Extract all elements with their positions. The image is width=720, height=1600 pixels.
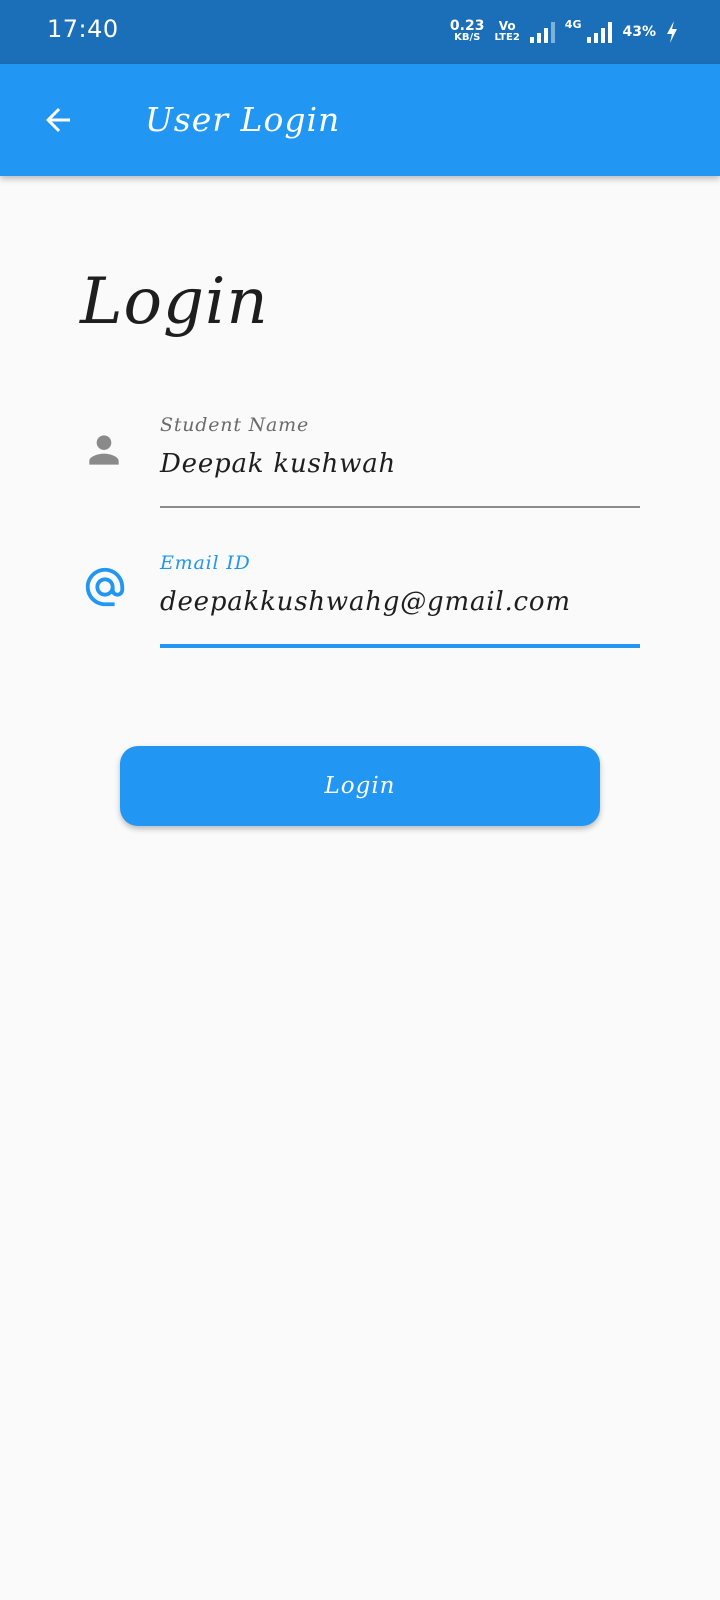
student-name-label: Student Name (160, 414, 310, 436)
network-speed-unit: KB/S (454, 32, 481, 43)
student-name-underline (160, 506, 640, 508)
network-type: 4G (564, 18, 582, 31)
status-indicators: 0.23 KB/S Vo LTE2 4G 43% (450, 18, 678, 46)
volte-bottom: LTE2 (494, 32, 520, 43)
network-speed-value: 0.23 (449, 18, 485, 34)
status-bar: 17:40 0.23 KB/S Vo LTE2 4G 43% (0, 0, 720, 64)
status-time: 17:40 (47, 15, 119, 43)
network-speed: 0.23 KB/S (449, 18, 485, 43)
login-button[interactable]: Login (120, 746, 600, 826)
arrow-back-icon (46, 108, 70, 132)
email-underline (160, 644, 640, 648)
signal-sim2-icon (587, 21, 613, 43)
student-name-input[interactable]: Deepak kushwah (160, 444, 640, 484)
app-bar: User Login (0, 64, 720, 176)
volte-top: Vo (498, 19, 516, 33)
charging-bolt-icon (667, 21, 677, 43)
volte-indicator: Vo LTE2 (494, 19, 520, 43)
page-title: Login (80, 265, 269, 339)
signal-sim1-icon (529, 21, 555, 43)
person-icon (82, 428, 126, 472)
email-field[interactable]: Email ID deepakkushwahg@gmail.com (160, 552, 640, 648)
email-input[interactable]: deepakkushwahg@gmail.com (160, 582, 640, 622)
battery-percent: 43% (622, 24, 656, 40)
student-name-field[interactable]: Student Name Deepak kushwah (160, 414, 640, 508)
email-label: Email ID (160, 552, 251, 574)
at-sign-icon (82, 564, 128, 610)
back-button[interactable] (32, 94, 84, 146)
app-bar-title: User Login (145, 100, 341, 139)
